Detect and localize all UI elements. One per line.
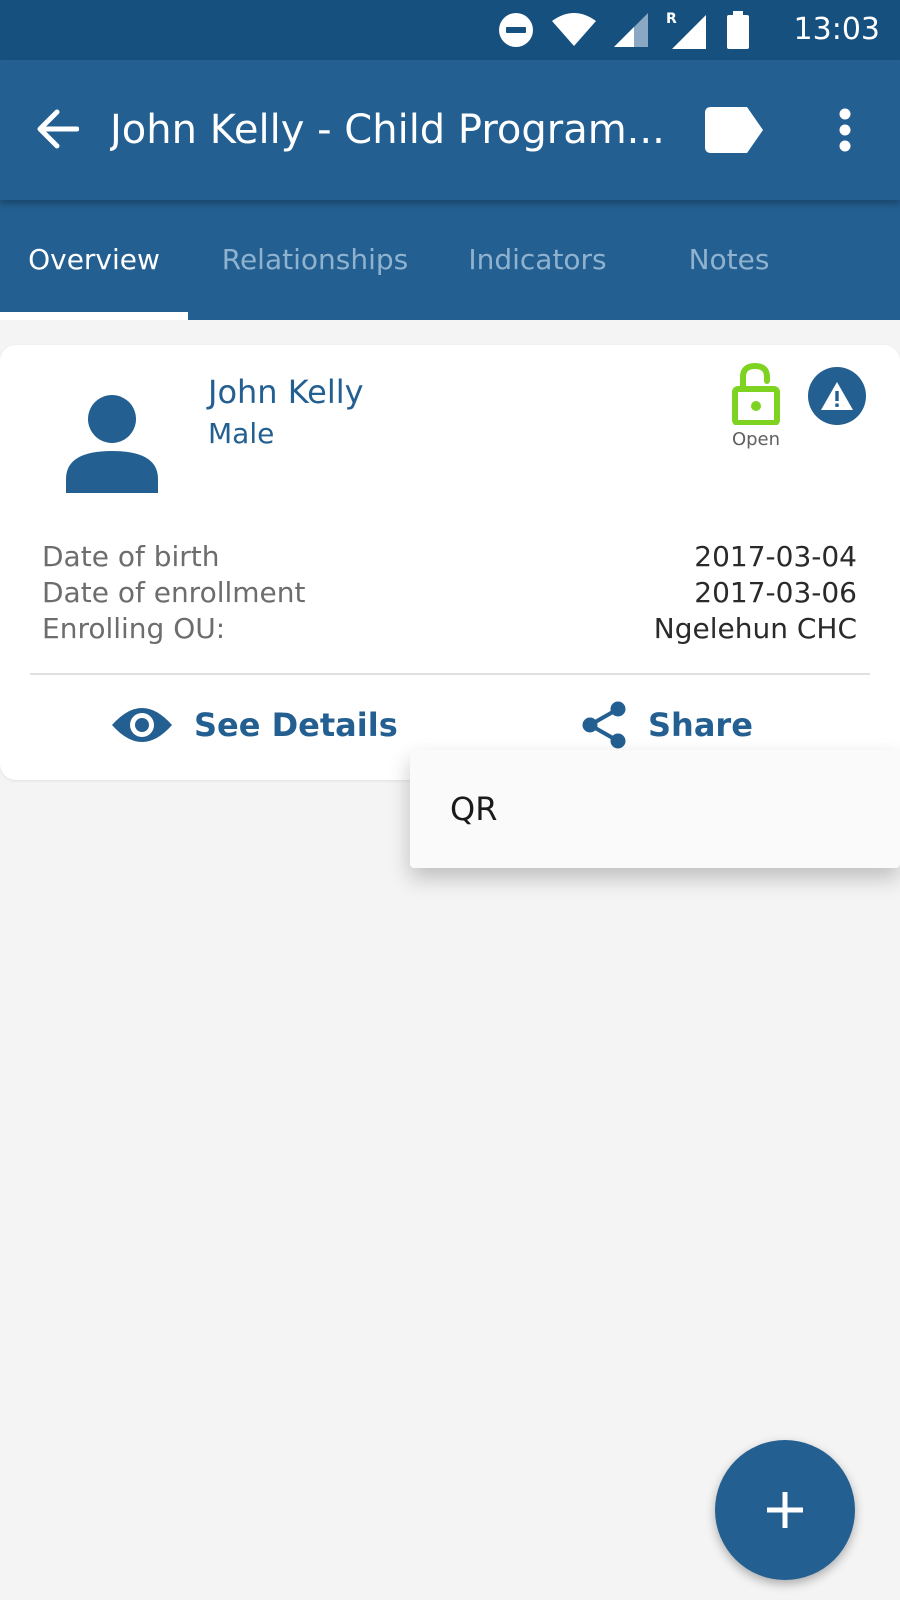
info-label: Date of enrollment xyxy=(42,576,306,609)
status-icons: R xyxy=(498,10,750,50)
battery-icon xyxy=(727,11,749,49)
info-value: 2017-03-06 xyxy=(694,576,857,609)
tab-relationships[interactable]: Relationships xyxy=(200,200,430,320)
eye-icon xyxy=(112,708,172,742)
person-name: John Kelly xyxy=(208,373,364,411)
tab-overview[interactable]: Overview xyxy=(0,200,188,320)
more-options-button[interactable] xyxy=(815,100,875,160)
share-icon xyxy=(582,701,626,749)
status-bar: R 13:03 xyxy=(0,0,900,60)
do-not-disturb-icon xyxy=(499,13,533,47)
warning-button[interactable] xyxy=(808,367,866,425)
warning-icon xyxy=(821,382,853,410)
share-menu-item-qr[interactable]: QR xyxy=(450,750,497,868)
share-menu: QR xyxy=(410,750,900,868)
roaming-signal-icon: R xyxy=(666,11,706,49)
label-icon xyxy=(705,107,763,153)
signal-icon xyxy=(614,13,648,47)
info-label: Date of birth xyxy=(42,540,220,573)
tab-notes[interactable]: Notes xyxy=(650,200,808,320)
info-label: Enrolling OU: xyxy=(42,612,226,645)
lock-open-icon[interactable] xyxy=(732,363,780,425)
arrow-back-icon xyxy=(37,109,79,149)
add-event-fab[interactable] xyxy=(715,1440,855,1580)
wifi-icon xyxy=(552,13,596,46)
plus-icon xyxy=(767,1492,803,1528)
enrollment-card: John Kelly Male Open Date of birth 2017-… xyxy=(0,345,900,780)
tab-indicators[interactable]: Indicators xyxy=(450,200,625,320)
divider xyxy=(30,673,870,675)
see-details-button[interactable]: See Details xyxy=(110,690,398,760)
info-value: 2017-03-04 xyxy=(694,540,857,573)
info-row-date-of-enrollment: Date of enrollment 2017-03-06 xyxy=(42,576,857,612)
svg-text:R: R xyxy=(666,11,677,27)
label-button[interactable] xyxy=(700,102,770,158)
status-label: Open xyxy=(731,429,781,450)
tab-indicator xyxy=(0,312,188,320)
tab-bar: Overview Relationships Indicators Notes xyxy=(0,200,900,320)
info-row-enrolling-ou: Enrolling OU: Ngelehun CHC xyxy=(42,612,857,648)
status-time: 13:03 xyxy=(793,12,880,47)
person-sex: Male xyxy=(208,417,275,450)
more-vert-icon xyxy=(839,108,851,152)
back-button[interactable] xyxy=(28,100,86,158)
see-details-label: See Details xyxy=(194,706,398,744)
person-avatar-icon xyxy=(66,395,158,493)
share-label: Share xyxy=(648,706,753,744)
app-bar: John Kelly - Child Program... xyxy=(0,60,900,200)
info-row-date-of-birth: Date of birth 2017-03-04 xyxy=(42,540,857,576)
info-value: Ngelehun CHC xyxy=(653,612,857,645)
page-title: John Kelly - Child Program... xyxy=(110,107,665,153)
